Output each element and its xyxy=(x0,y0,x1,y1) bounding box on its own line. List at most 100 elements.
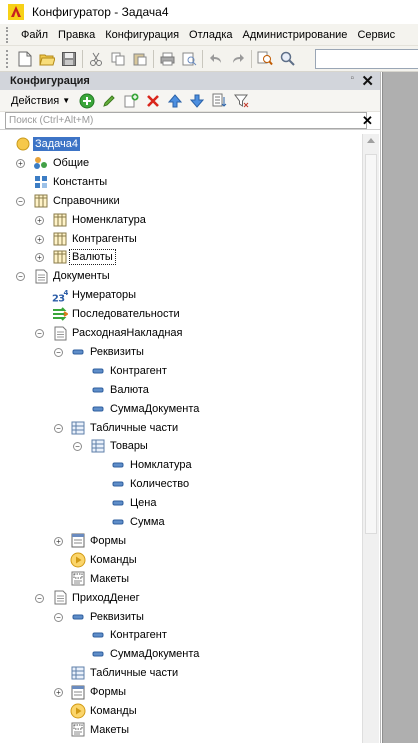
tree-item[interactable]: Последовательности xyxy=(0,305,360,324)
tree-item[interactable]: Контрагент xyxy=(0,626,360,645)
tree-item-label: Валюты xyxy=(69,249,116,266)
workspace-area xyxy=(382,72,418,743)
tree-item[interactable]: + Общие xyxy=(0,154,360,173)
tree-item[interactable]: + Валюты xyxy=(0,248,360,267)
redo-icon[interactable] xyxy=(227,48,249,70)
menu-edit[interactable]: Правка xyxy=(53,29,100,41)
clear-search-icon[interactable]: ✕ xyxy=(360,113,375,129)
scroll-up-icon[interactable] xyxy=(367,138,375,143)
expand-icon[interactable]: + xyxy=(16,158,25,168)
menubar-grip[interactable] xyxy=(6,26,16,43)
tree-item[interactable]: Задача4 xyxy=(0,135,360,154)
attributes-icon xyxy=(70,344,86,360)
new-document-icon[interactable] xyxy=(14,48,36,70)
tree-item[interactable]: − Табличные части xyxy=(0,419,360,438)
toolbar-grip[interactable] xyxy=(6,49,10,68)
menu-configuration[interactable]: Конфигурация xyxy=(100,29,184,41)
tree-item[interactable]: − РасходнаяНакладная xyxy=(0,324,360,343)
documents-icon xyxy=(33,268,49,284)
tree-item[interactable]: − Реквизиты xyxy=(0,343,360,362)
open-folder-icon[interactable] xyxy=(36,48,58,70)
tree-item[interactable]: + Формы xyxy=(0,683,360,702)
menu-service[interactable]: Сервис xyxy=(352,29,400,41)
tree-item[interactable]: + Номенклатура xyxy=(0,211,360,230)
tree-item[interactable]: Команды xyxy=(0,702,360,721)
collapse-icon[interactable]: − xyxy=(73,442,82,452)
tree-item-label: Общие xyxy=(53,156,90,169)
tree-item-label: Контрагент xyxy=(110,629,167,642)
tree-item[interactable]: − ПриходДенег xyxy=(0,589,360,608)
tree-item[interactable]: + Формы xyxy=(0,532,360,551)
collapse-icon[interactable]: − xyxy=(35,329,44,338)
tree-item[interactable]: − Документы xyxy=(0,267,360,286)
sort-icon[interactable] xyxy=(208,91,230,111)
collapse-icon[interactable]: − xyxy=(16,272,25,282)
tree-item[interactable]: Макеты xyxy=(0,570,360,589)
attribute-icon xyxy=(90,646,106,662)
tree-item[interactable]: Константы xyxy=(0,173,360,192)
expand-icon[interactable]: + xyxy=(54,536,63,546)
tree-item[interactable]: + Контрагенты xyxy=(0,230,360,249)
collapse-icon[interactable]: − xyxy=(54,423,63,433)
move-up-icon[interactable] xyxy=(164,91,186,111)
tree-item[interactable]: Табличные части xyxy=(0,664,360,683)
find-in-config-icon[interactable] xyxy=(254,48,276,70)
collapse-icon[interactable]: − xyxy=(35,593,44,603)
tree-item[interactable]: Количество xyxy=(0,475,360,494)
expand-icon[interactable]: + xyxy=(35,234,44,244)
collapse-icon[interactable]: − xyxy=(16,196,25,206)
configuration-panel: Конфигурация ▫ ✕ Действия ▼ Поиск (Ctrl+… xyxy=(0,72,381,743)
tree-item-label: Количество xyxy=(130,478,190,491)
expand-icon[interactable]: + xyxy=(54,688,63,698)
forms-icon xyxy=(70,684,86,700)
tree-item[interactable]: − Справочники xyxy=(0,192,360,211)
copy-icon[interactable] xyxy=(107,48,129,70)
filter-icon[interactable] xyxy=(230,91,252,111)
actions-menu-button[interactable]: Действия xyxy=(11,95,59,107)
expand-icon[interactable]: + xyxy=(35,253,44,263)
print-preview-icon[interactable] xyxy=(178,48,200,70)
tree-item-label: Макеты xyxy=(90,723,130,736)
delete-icon[interactable] xyxy=(142,91,164,111)
toolbar-separator xyxy=(251,49,252,68)
tree-item[interactable]: СуммаДокумента xyxy=(0,400,360,419)
pin-icon[interactable]: ▫ xyxy=(350,73,354,84)
close-icon[interactable]: ✕ xyxy=(361,72,374,90)
collapse-icon[interactable]: − xyxy=(54,347,63,357)
tree-item[interactable]: Номклатура xyxy=(0,456,360,475)
menu-file[interactable]: Файл xyxy=(16,29,53,41)
cut-icon[interactable] xyxy=(85,48,107,70)
tree-item[interactable]: Контрагент xyxy=(0,362,360,381)
tree-search-input[interactable] xyxy=(5,112,367,129)
print-icon[interactable] xyxy=(156,48,178,70)
scrollbar-thumb[interactable] xyxy=(365,154,377,534)
vertical-scrollbar[interactable] xyxy=(362,134,379,743)
paste-icon[interactable] xyxy=(129,48,151,70)
catalogs-icon xyxy=(33,193,49,209)
tree-item[interactable]: СуммаДокумента xyxy=(0,645,360,664)
templates-icon xyxy=(70,722,86,738)
menu-administration[interactable]: Администрирование xyxy=(238,29,353,41)
toolbar-search-input[interactable] xyxy=(315,49,418,69)
chevron-down-icon[interactable]: ▼ xyxy=(62,96,70,105)
tree-item[interactable]: Сумма xyxy=(0,513,360,532)
edit-icon[interactable] xyxy=(98,91,120,111)
menu-debug[interactable]: Отладка xyxy=(184,29,237,41)
search-icon[interactable] xyxy=(276,48,298,70)
collapse-icon[interactable]: − xyxy=(54,612,63,622)
move-down-icon[interactable] xyxy=(186,91,208,111)
undo-icon[interactable] xyxy=(205,48,227,70)
tree-item[interactable]: 234 Нумераторы xyxy=(0,286,360,305)
tree-item[interactable]: Команды xyxy=(0,551,360,570)
expand-icon[interactable]: + xyxy=(35,215,44,225)
actions-toolbar: Действия ▼ xyxy=(0,90,380,112)
copy-item-icon[interactable] xyxy=(120,91,142,111)
tree-item[interactable]: − Товары xyxy=(0,437,360,456)
tree-item[interactable]: Цена xyxy=(0,494,360,513)
save-icon[interactable] xyxy=(58,48,80,70)
tree-item[interactable]: − Реквизиты xyxy=(0,608,360,627)
window-title: Конфигуратор - Задача4 xyxy=(32,5,169,19)
tree-item[interactable]: Макеты xyxy=(0,721,360,740)
tree-item[interactable]: Валюта xyxy=(0,381,360,400)
add-icon[interactable] xyxy=(76,91,98,111)
